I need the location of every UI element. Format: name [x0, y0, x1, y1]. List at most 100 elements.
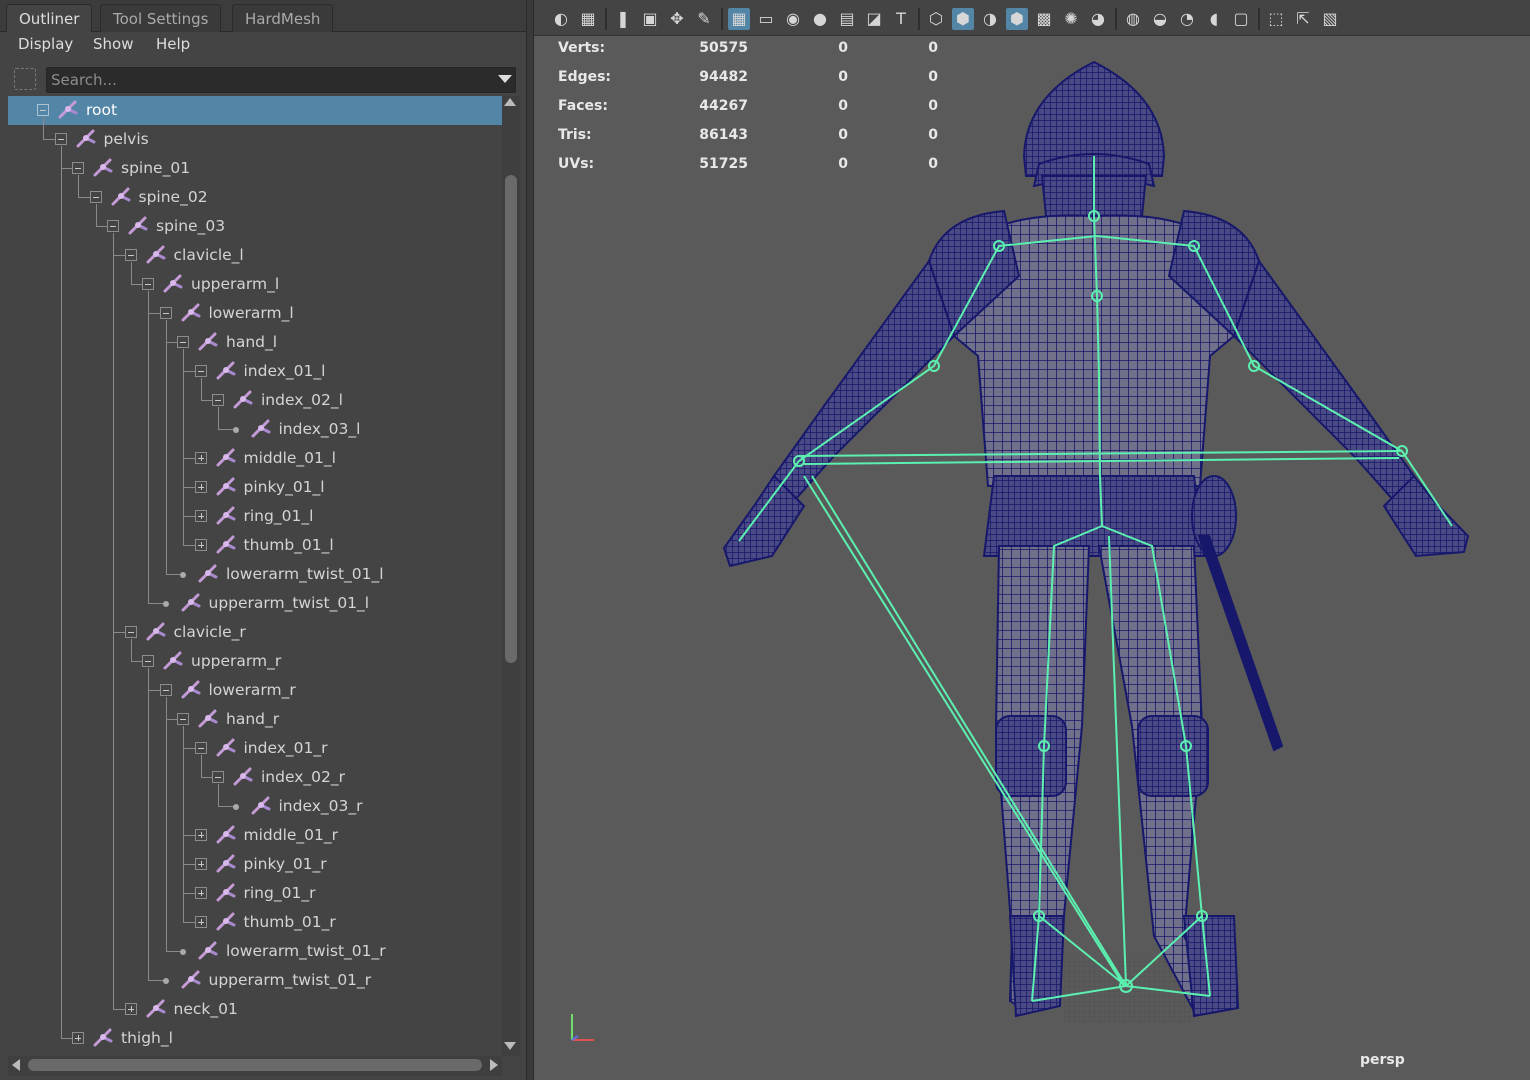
filter-icon[interactable]	[14, 68, 36, 90]
tree-row-thumb-01-r[interactable]: thumb_01_r	[8, 908, 502, 937]
tree-row-thigh-l[interactable]: thigh_l	[8, 1024, 502, 1053]
camera-attributes-icon[interactable]: ▦	[577, 8, 599, 30]
collapse-icon[interactable]	[89, 191, 102, 203]
tree-row-lowerarm-twist-01-l[interactable]: lowerarm_twist_01_l	[8, 560, 502, 589]
tree-row-spine-01[interactable]: spine_01	[8, 154, 502, 183]
panel-splitter[interactable]	[526, 0, 534, 1080]
xray-joints-icon[interactable]: ⇱	[1292, 8, 1314, 30]
backface-icon[interactable]: ▧	[1319, 8, 1341, 30]
collapse-icon[interactable]	[194, 742, 207, 754]
resolution-gate-icon[interactable]: ◉	[782, 8, 804, 30]
anti-alias-icon[interactable]: ◔	[1176, 8, 1198, 30]
scroll-down-icon[interactable]	[504, 1042, 516, 1050]
character-mesh-view[interactable]	[534, 36, 1530, 1080]
bookmark-icon[interactable]: ❚	[612, 8, 634, 30]
safe-action-icon[interactable]: ◪	[863, 8, 885, 30]
tree-row-pinky-01-l[interactable]: pinky_01_l	[8, 473, 502, 502]
shadows-icon[interactable]: ◕	[1087, 8, 1109, 30]
menu-show[interactable]: Show	[93, 35, 133, 53]
collapse-icon[interactable]	[159, 684, 172, 696]
tab-tool-settings[interactable]: Tool Settings	[100, 4, 222, 32]
tree-row-index-03-l[interactable]: index_03_l	[8, 415, 502, 444]
tree-row-upperarm-l[interactable]: upperarm_l	[8, 270, 502, 299]
expand-icon[interactable]	[194, 829, 207, 841]
tree-row-lowerarm-twist-01-r[interactable]: lowerarm_twist_01_r	[8, 937, 502, 966]
scroll-up-icon[interactable]	[504, 98, 516, 106]
expand-icon[interactable]	[194, 916, 207, 928]
collapse-icon[interactable]	[124, 249, 137, 261]
tree-row-upperarm-twist-01-r[interactable]: upperarm_twist_01_r	[8, 966, 502, 995]
scroll-right-icon[interactable]	[490, 1059, 498, 1071]
collapse-icon[interactable]	[107, 220, 119, 232]
tree-row-index-03-r[interactable]: index_03_r	[8, 792, 502, 821]
menu-help[interactable]: Help	[156, 35, 190, 53]
safe-title-icon[interactable]: T	[890, 8, 912, 30]
lights-icon[interactable]: ✺	[1060, 8, 1082, 30]
expand-icon[interactable]	[194, 858, 207, 870]
scroll-left-icon[interactable]	[12, 1059, 20, 1071]
tree-row-spine-03[interactable]: spine_03	[8, 212, 502, 241]
tab-outliner[interactable]: Outliner	[6, 4, 93, 32]
collapse-icon[interactable]	[212, 771, 224, 783]
vertical-scroll-thumb[interactable]	[505, 175, 517, 663]
collapse-icon[interactable]	[37, 104, 49, 116]
two-d-pan-icon[interactable]: ✥	[666, 8, 688, 30]
expand-icon[interactable]	[194, 481, 207, 493]
tree-row-root[interactable]: root	[8, 96, 502, 125]
search-dropdown-icon[interactable]	[498, 75, 512, 83]
tab-hardmesh[interactable]: HardMesh	[232, 4, 334, 32]
wireframe-on-shaded-icon[interactable]: ◑	[979, 8, 1001, 30]
collapse-icon[interactable]	[72, 162, 84, 174]
expand-icon[interactable]	[194, 887, 207, 899]
tree-row-pinky-01-r[interactable]: pinky_01_r	[8, 850, 502, 879]
expand-icon[interactable]	[194, 510, 207, 522]
grease-pencil-icon[interactable]: ✎	[693, 8, 715, 30]
image-plane-icon[interactable]: ▣	[639, 8, 661, 30]
collapse-icon[interactable]	[212, 394, 224, 406]
tree-row-lowerarm-l[interactable]: lowerarm_l	[8, 299, 502, 328]
tree-row-clavicle-l[interactable]: clavicle_l	[8, 241, 502, 270]
menu-display[interactable]: Display	[18, 35, 73, 53]
screen-space-ao-icon[interactable]: ◍	[1122, 8, 1144, 30]
tree-row-clavicle-r[interactable]: clavicle_r	[8, 618, 502, 647]
collapse-icon[interactable]	[54, 133, 67, 145]
tree-row-index-01-r[interactable]: index_01_r	[8, 734, 502, 763]
field-chart-icon[interactable]: ▤	[836, 8, 858, 30]
collapse-icon[interactable]	[142, 278, 154, 290]
collapse-icon[interactable]	[194, 365, 207, 377]
collapse-icon[interactable]	[159, 307, 172, 319]
textured-icon[interactable]: ▩	[1033, 8, 1055, 30]
xray-icon[interactable]: ⬚	[1265, 8, 1287, 30]
tree-row-index-02-l[interactable]: index_02_l	[8, 386, 502, 415]
horizontal-scrollbar[interactable]	[8, 1056, 502, 1076]
tree-row-lowerarm-r[interactable]: lowerarm_r	[8, 676, 502, 705]
tree-row-middle-01-r[interactable]: middle_01_r	[8, 821, 502, 850]
tree-row-upperarm-r[interactable]: upperarm_r	[8, 647, 502, 676]
expand-icon[interactable]	[72, 1032, 84, 1044]
tree-row-ring-01-r[interactable]: ring_01_r	[8, 879, 502, 908]
tree-row-index-02-r[interactable]: index_02_r	[8, 763, 502, 792]
tree-row-index-01-l[interactable]: index_01_l	[8, 357, 502, 386]
search-input[interactable]	[46, 67, 516, 93]
tree-row-upperarm-twist-01-l[interactable]: upperarm_twist_01_l	[8, 589, 502, 618]
collapse-icon[interactable]	[142, 655, 154, 667]
isolate-select-icon[interactable]: ▢	[1230, 8, 1252, 30]
gate-mask-icon[interactable]: ●	[809, 8, 831, 30]
tree-row-neck-01[interactable]: neck_01	[8, 995, 502, 1024]
camera-select-icon[interactable]: ◐	[550, 8, 572, 30]
shaded-wire-icon[interactable]: ⬢	[1006, 8, 1028, 30]
collapse-icon[interactable]	[177, 713, 189, 725]
depth-of-field-icon[interactable]: ◖	[1203, 8, 1225, 30]
wireframe-icon[interactable]: ⬡	[925, 8, 947, 30]
tree-row-spine-02[interactable]: spine_02	[8, 183, 502, 212]
tree-row-hand-l[interactable]: hand_l	[8, 328, 502, 357]
viewport-3d[interactable]: ◐ ▦ ❚ ▣ ✥ ✎ ▦ ▭ ◉ ● ▤ ◪ T ⬡ ⬢ ◑ ⬢ ▩ ✺ ◕ ◍ ◒ ◔ ◖ ▢ ⬚ ⇱ ▧	[534, 0, 1530, 1080]
tree-row-hand-r[interactable]: hand_r	[8, 705, 502, 734]
expand-icon[interactable]	[124, 1003, 137, 1015]
collapse-icon[interactable]	[177, 336, 189, 348]
expand-icon[interactable]	[194, 539, 207, 551]
expand-icon[interactable]	[194, 452, 207, 464]
tree-row-ring-01-l[interactable]: ring_01_l	[8, 502, 502, 531]
tree-row-middle-01-l[interactable]: middle_01_l	[8, 444, 502, 473]
collapse-icon[interactable]	[124, 626, 137, 638]
